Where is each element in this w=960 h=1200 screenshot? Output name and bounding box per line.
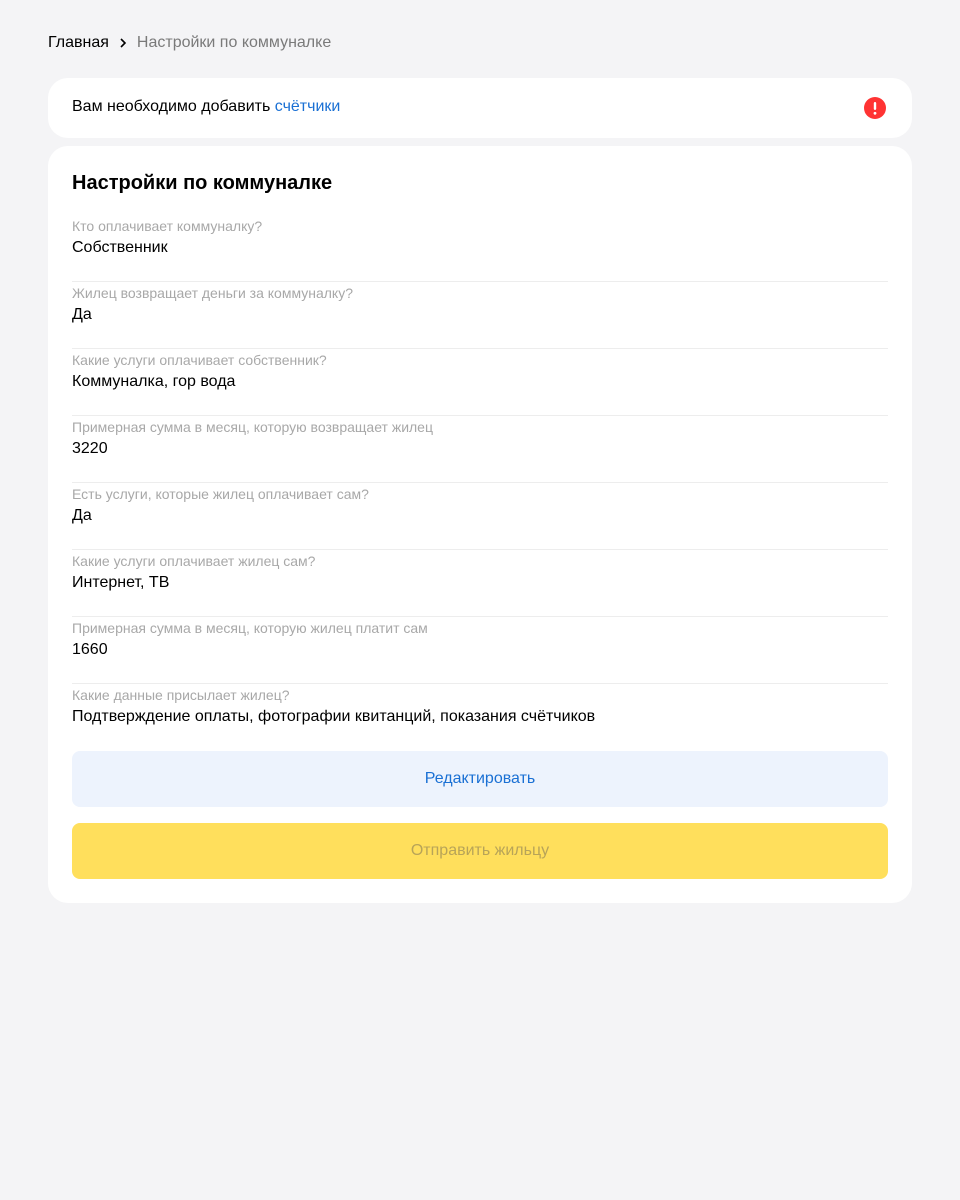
chevron-right-icon bbox=[109, 34, 137, 52]
field-value: Да bbox=[72, 306, 92, 323]
field-tenant-sends-data: Какие данные присылает жилец? Подтвержде… bbox=[72, 684, 888, 751]
alert-message: Вам необходимо добавить счётчики bbox=[72, 96, 340, 118]
field-value: Подтверждение оплаты, фотографии квитанц… bbox=[72, 708, 596, 725]
field-tenant-amount: Примерная сумма в месяц, которую жилец п… bbox=[72, 617, 888, 684]
field-label: Есть услуги, которые жилец оплачивает са… bbox=[72, 486, 369, 502]
field-label: Какие данные присылает жилец? bbox=[72, 687, 290, 703]
edit-button[interactable]: Редактировать bbox=[72, 751, 888, 807]
field-owner-services: Какие услуги оплачивает собственник? Ком… bbox=[72, 349, 888, 416]
field-label: Кто оплачивает коммуналку? bbox=[72, 218, 263, 234]
utilities-settings-card: Настройки по коммуналке Кто оплачивает к… bbox=[48, 146, 912, 903]
field-value: Да bbox=[72, 507, 92, 524]
exclamation-circle-icon bbox=[864, 97, 886, 119]
field-value: Интернет, ТВ bbox=[72, 574, 170, 591]
field-label: Примерная сумма в месяц, которую возвращ… bbox=[72, 419, 433, 435]
breadcrumb: Главная Настройки по коммуналке bbox=[48, 32, 331, 54]
field-value: 1660 bbox=[72, 641, 108, 658]
field-value: 3220 bbox=[72, 440, 108, 457]
field-tenant-reimburses: Жилец возвращает деньги за коммуналку? Д… bbox=[72, 282, 888, 349]
breadcrumb-current: Настройки по коммуналке bbox=[136, 34, 332, 51]
breadcrumb-home-link[interactable]: Главная bbox=[48, 34, 109, 52]
field-reimburse-amount: Примерная сумма в месяц, которую возвращ… bbox=[72, 416, 888, 483]
settings-field-list: Кто оплачивает коммуналку? Собственник Ж… bbox=[72, 215, 888, 751]
add-meters-link[interactable]: счётчики bbox=[275, 98, 341, 115]
alert-text: Вам необходимо добавить bbox=[72, 98, 275, 115]
field-tenant-services: Какие услуги оплачивает жилец сам? Интер… bbox=[72, 550, 888, 617]
field-label: Жилец возвращает деньги за коммуналку? bbox=[72, 285, 353, 301]
field-label: Какие услуги оплачивает жилец сам? bbox=[72, 553, 316, 569]
field-who-pays: Кто оплачивает коммуналку? Собственник bbox=[72, 215, 888, 282]
send-to-tenant-button[interactable]: Отправить жильцу bbox=[72, 823, 888, 879]
field-tenant-pays-self: Есть услуги, которые жилец оплачивает са… bbox=[72, 483, 888, 550]
field-value: Коммуналка, гор вода bbox=[72, 373, 236, 390]
field-label: Какие услуги оплачивает собственник? bbox=[72, 352, 327, 368]
meters-alert-banner: Вам необходимо добавить счётчики bbox=[48, 78, 912, 138]
field-value: Собственник bbox=[72, 239, 168, 256]
field-label: Примерная сумма в месяц, которую жилец п… bbox=[72, 620, 428, 636]
page-title: Настройки по коммуналке bbox=[72, 172, 333, 194]
